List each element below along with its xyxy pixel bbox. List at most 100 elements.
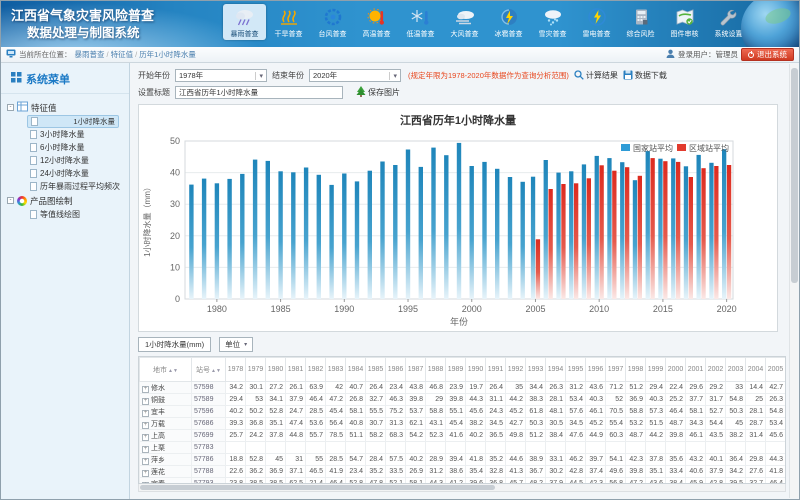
- toolbar-item-label: 干旱普查: [275, 29, 303, 39]
- toolbar-item-snow[interactable]: 雪灾普查: [531, 4, 574, 40]
- sidebar-item-label: 1小时降水量: [73, 116, 115, 127]
- expand-icon[interactable]: +: [142, 410, 149, 417]
- toolbar-item-high-temp[interactable]: 高温普查: [355, 4, 398, 40]
- set-title-label: 设置标题: [138, 87, 170, 98]
- horizontal-scrollbar[interactable]: [138, 484, 786, 492]
- column-header-year: 2005: [766, 358, 786, 382]
- sidebar-item-0-1[interactable]: 3小时降水量: [27, 128, 129, 141]
- column-header-year: 1994: [546, 358, 566, 382]
- table-row[interactable]: +宜丰5759640.250.252.824.728.545.458.155.5…: [140, 406, 787, 418]
- toolbar-item-label: 大风普查: [451, 29, 479, 39]
- toolbar-item-hail[interactable]: 冰雹普查: [487, 4, 530, 40]
- toolbar-item-rainstorm[interactable]: 暴雨普查: [223, 4, 266, 40]
- toolbar-item-label: 低温普查: [407, 29, 435, 39]
- chart-title-input[interactable]: [175, 86, 343, 99]
- table-row[interactable]: +莲花5778822.636.236.937.146.541.923.435.2…: [140, 466, 787, 478]
- svg-text:1小时降水量（mm）: 1小时降水量（mm）: [142, 183, 152, 257]
- low-temp-icon: [409, 6, 433, 28]
- document-icon: [30, 156, 37, 165]
- sidebar-tree: -特征值1小时降水量3小时降水量6小时降水量12小时降水量24小时降水量历年暴雨…: [1, 94, 129, 221]
- breadcrumb-bar: 当前所在位置： 暴雨普查/特征值/历年1小时降水量 登录用户：管理员 退出系统: [1, 47, 799, 63]
- toolbar-item-wind[interactable]: 大风普查: [443, 4, 486, 40]
- toolbar-item-lightning[interactable]: 雷电普查: [575, 4, 618, 40]
- column-header-year: 1984: [346, 358, 366, 382]
- sidebar-item-0-0[interactable]: 1小时降水量: [27, 115, 119, 128]
- table-row[interactable]: +上高5769925.724.237.844.855.778.551.158.2…: [140, 430, 787, 442]
- end-year-select[interactable]: 2020年▾: [309, 69, 401, 82]
- toolbar-item-drought[interactable]: 干旱普查: [267, 4, 310, 40]
- start-year-select[interactable]: 1978年▾: [175, 69, 267, 82]
- toolbar-item-calculator[interactable]: 综合风险: [619, 4, 662, 40]
- hail-icon: [497, 6, 521, 28]
- rainfall-chart: 0102030405019801985199019952000200520102…: [139, 129, 777, 334]
- expand-icon[interactable]: +: [142, 422, 149, 429]
- svg-text:0: 0: [175, 294, 180, 304]
- svg-text:1980: 1980: [207, 304, 227, 314]
- column-header-year: 1982: [306, 358, 326, 382]
- main-content: 开始年份 1978年▾ 结束年份 2020年▾ (规定年限为1978-2020年…: [130, 63, 788, 499]
- logout-button[interactable]: 退出系统: [741, 48, 794, 61]
- save-image-button[interactable]: 保存图片: [356, 86, 400, 99]
- column-header-year: 1999: [646, 358, 666, 382]
- sidebar-item-0-3[interactable]: 12小时降水量: [27, 154, 129, 167]
- toolbar-item-label: 雪灾普查: [539, 29, 567, 39]
- expand-icon[interactable]: +: [142, 470, 149, 477]
- table-row[interactable]: +修水5759834.230.127.226.163.94240.726.423…: [140, 382, 787, 394]
- expand-icon[interactable]: +: [142, 386, 149, 393]
- vertical-scrollbar-thumb[interactable]: [791, 68, 798, 283]
- logged-in-user: 登录用户：管理员: [678, 49, 738, 60]
- sidebar-item-1-0[interactable]: 等值线绘图: [27, 208, 129, 221]
- end-year-value: 2020年: [313, 70, 337, 81]
- breadcrumb-item[interactable]: 历年1小时降水量: [139, 50, 196, 59]
- breadcrumb-separator: /: [107, 50, 109, 59]
- table-icon: [17, 101, 28, 114]
- sidebar-group-0[interactable]: -特征值: [7, 100, 129, 115]
- unit-dropdown[interactable]: 单位 ▾: [219, 337, 253, 352]
- title-controls-row: 设置标题 保存图片: [138, 84, 784, 101]
- sidebar-item-0-4[interactable]: 24小时降水量: [27, 167, 129, 180]
- sidebar-item-label: 24小时降水量: [40, 168, 89, 179]
- document-icon: [30, 210, 37, 219]
- breadcrumb-item[interactable]: 特征值: [111, 50, 134, 59]
- expand-icon[interactable]: +: [142, 458, 149, 465]
- expand-icon[interactable]: +: [142, 434, 149, 441]
- svg-text:2005: 2005: [525, 304, 545, 314]
- toolbar-item-label: 暴雨普查: [231, 29, 259, 39]
- tree-toggle-icon[interactable]: -: [7, 104, 14, 111]
- table-row[interactable]: +萍乡5778618.852.845315528.554.728.457.540…: [140, 454, 787, 466]
- sidebar-item-0-2[interactable]: 6小时降水量: [27, 141, 129, 154]
- column-header-city[interactable]: 地市▲▼: [140, 358, 192, 382]
- table-row[interactable]: +上栗57783: [140, 442, 787, 454]
- table-row[interactable]: +万载5768639.336.835.147.453.656.440.830.7…: [140, 418, 787, 430]
- save-image-label: 保存图片: [368, 87, 400, 98]
- sidebar-group-1[interactable]: - 产品图绘制: [7, 193, 129, 208]
- column-header-year: 1990: [466, 358, 486, 382]
- data-download-button[interactable]: 数据下载: [623, 70, 667, 82]
- column-header-station[interactable]: 站号▲▼: [192, 358, 226, 382]
- column-header-year: 1988: [426, 358, 446, 382]
- horizontal-scrollbar-thumb[interactable]: [140, 485, 495, 490]
- globe-graphic: [737, 1, 799, 47]
- sidebar-item-0-5[interactable]: 历年暴雨过程平均频次: [27, 180, 129, 193]
- toolbar-item-low-temp[interactable]: 低温普查: [399, 4, 442, 40]
- query-controls-row: 开始年份 1978年▾ 结束年份 2020年▾ (规定年限为1978-2020年…: [138, 67, 784, 84]
- sidebar-group-label: 产品图绘制: [30, 195, 73, 207]
- expand-icon[interactable]: +: [142, 398, 149, 405]
- map-review-icon: [673, 6, 697, 28]
- tree-toggle-icon[interactable]: -: [7, 197, 14, 204]
- toolbar-item-map-review[interactable]: 图件审核: [663, 4, 706, 40]
- calc-result-button[interactable]: 计算结果: [574, 70, 618, 82]
- svg-text:年份: 年份: [450, 316, 468, 327]
- svg-text:1995: 1995: [398, 304, 418, 314]
- table-row[interactable]: +铜鼓5758929.45334.137.946.447.226.832.746…: [140, 394, 787, 406]
- column-header-year: 1979: [246, 358, 266, 382]
- breadcrumb-item[interactable]: 暴雨普查: [75, 50, 105, 59]
- sidebar: 系统菜单 -特征值1小时降水量3小时降水量6小时降水量12小时降水量24小时降水…: [1, 63, 130, 499]
- expand-icon[interactable]: +: [142, 446, 149, 453]
- document-icon: [31, 117, 38, 126]
- vertical-scrollbar[interactable]: [789, 64, 798, 498]
- column-header-year: 1986: [386, 358, 406, 382]
- user-icon: [666, 49, 675, 60]
- table-tab[interactable]: 1小时降水量(mm): [138, 337, 211, 352]
- toolbar-item-typhoon[interactable]: 台风普查: [311, 4, 354, 40]
